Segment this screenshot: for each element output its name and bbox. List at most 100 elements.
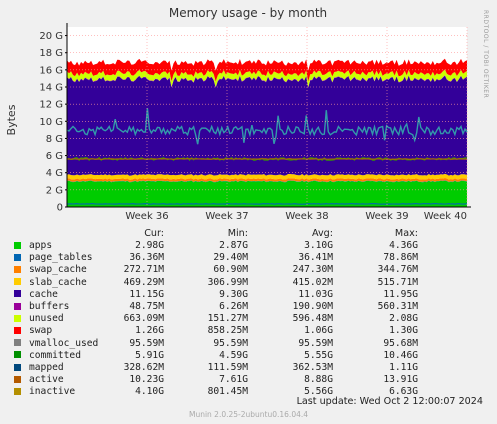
- legend-row: unused 663.09M 151.27M 596.48M 2.08G: [8, 313, 418, 325]
- legend-avg: 247.30M: [292, 264, 333, 276]
- legend-swatch: [14, 387, 21, 395]
- legend-avg: 596.48M: [292, 313, 333, 325]
- legend-header-cur: Cur:: [144, 228, 164, 239]
- legend-row: page_tables 36.36M 29.40M 36.41M 78.86M: [8, 252, 418, 264]
- x-tick-label: Week 36: [125, 211, 168, 222]
- legend-swatch: [14, 339, 21, 347]
- x-tick-label: Week 39: [365, 211, 408, 222]
- chart-title: Memory usage - by month: [169, 6, 327, 20]
- legend-header: Cur: Min: Avg: Max:: [8, 227, 418, 240]
- y-tick-label: 16 G: [39, 65, 63, 76]
- legend-min: 111.59M: [207, 362, 248, 374]
- legend-swatch: [14, 265, 21, 273]
- legend-max: 515.71M: [377, 276, 418, 288]
- legend-avg: 36.41M: [298, 252, 333, 264]
- legend-min: 60.90M: [213, 264, 248, 276]
- legend-name: active: [8, 374, 118, 386]
- legend-avg: 8.88G: [304, 374, 333, 386]
- legend-avg: 190.90M: [292, 301, 333, 313]
- legend-min: 7.61G: [219, 374, 248, 386]
- legend-label: unused: [29, 313, 64, 325]
- legend-label: page_tables: [29, 252, 93, 264]
- legend-avg: 95.59M: [298, 337, 333, 349]
- legend-row: apps 2.98G 2.87G 3.10G 4.36G: [8, 240, 418, 252]
- y-tick-label: 4 G: [46, 168, 63, 179]
- legend-swatch: [14, 375, 21, 383]
- line-inactive: [66, 158, 468, 160]
- legend-avg: 11.03G: [298, 288, 333, 300]
- legend-row: swap 1.26G 858.25M 1.06G 1.30G: [8, 325, 418, 337]
- legend-min: 29.40M: [213, 252, 248, 264]
- legend-cur: 5.91G: [135, 349, 164, 361]
- legend-row: vmalloc_used 95.59M 95.59M 95.59M 95.68M: [8, 338, 418, 350]
- legend-max: 10.46G: [383, 349, 418, 361]
- legend-name: cache: [8, 289, 118, 301]
- legend-min: 858.25M: [207, 325, 248, 337]
- memory-chart: Memory usage - by month Bytes RRDTOOL / …: [5, 6, 489, 222]
- y-tick-label: 2 G: [46, 185, 63, 196]
- legend-name: apps: [8, 240, 118, 252]
- legend-label: swap_cache: [29, 264, 87, 276]
- legend-cur: 11.15G: [129, 288, 164, 300]
- legend-max: 344.76M: [377, 264, 418, 276]
- legend-min: 2.87G: [219, 240, 248, 251]
- legend-cur: 95.59M: [129, 337, 164, 349]
- legend-max: 78.86M: [383, 252, 418, 264]
- legend-avg: 415.02M: [292, 276, 333, 288]
- legend-max: 1.30G: [389, 325, 418, 337]
- legend-max: 1.11G: [389, 362, 418, 374]
- legend-label: committed: [29, 349, 81, 361]
- legend-avg: 362.53M: [292, 362, 333, 374]
- legend-min: 6.26M: [219, 301, 248, 313]
- legend-min: 801.45M: [207, 386, 248, 398]
- legend-row: committed 5.91G 4.59G 5.55G 10.46G: [8, 350, 418, 362]
- legend-cur: 4.10G: [135, 386, 164, 398]
- legend-name: vmalloc_used: [8, 338, 118, 350]
- legend-max: 11.95G: [383, 288, 418, 300]
- legend-label: active: [29, 374, 64, 386]
- x-tick-label: Week 37: [205, 211, 248, 222]
- y-tick-label: 8 G: [46, 134, 63, 145]
- legend-row: slab_cache 469.29M 306.99M 415.02M 515.71M: [8, 277, 418, 289]
- legend-name: page_tables: [8, 252, 118, 264]
- legend-name: mapped: [8, 362, 118, 374]
- legend-name: buffers: [8, 301, 118, 313]
- legend-label: cache: [29, 288, 58, 300]
- legend-swatch: [14, 326, 21, 334]
- y-tick-label: 18 G: [39, 48, 63, 59]
- line-mapped: [66, 203, 468, 205]
- legend-min: 4.59G: [219, 349, 248, 361]
- legend-min: 95.59M: [213, 337, 248, 349]
- legend-max: 95.68M: [383, 337, 418, 349]
- legend-cur: 1.26G: [135, 325, 164, 337]
- legend-label: slab_cache: [29, 276, 87, 288]
- x-tick-label: Week 38: [285, 211, 328, 222]
- legend-swatch: [14, 314, 21, 322]
- legend-label: mapped: [29, 362, 64, 374]
- legend-cur: 328.62M: [123, 362, 164, 374]
- legend-label: vmalloc_used: [29, 337, 99, 349]
- legend-row: active 10.23G 7.61G 8.88G 13.91G: [8, 374, 418, 386]
- legend-cur: 10.23G: [129, 374, 164, 386]
- legend-label: apps: [29, 240, 53, 251]
- legend-name: committed: [8, 350, 118, 362]
- legend-avg: 5.55G: [304, 349, 333, 361]
- legend-cur: 36.36M: [129, 252, 164, 264]
- legend-swatch: [14, 241, 21, 249]
- legend-min: 306.99M: [207, 276, 248, 288]
- legend-cur: 272.71M: [123, 264, 164, 276]
- y-tick-label: 0: [57, 203, 63, 214]
- series-layer: [66, 58, 468, 207]
- legend-max: 560.31M: [377, 301, 418, 313]
- last-update: Last update: Wed Oct 2 12:00:07 2024: [296, 396, 483, 407]
- legend-cur: 48.75M: [129, 301, 164, 313]
- legend-swatch: [14, 278, 21, 286]
- legend-label: swap: [29, 325, 53, 337]
- legend-swatch: [14, 302, 21, 310]
- rrdtool-side-label: RRDTOOL / TOBI OETIKER: [482, 10, 489, 98]
- legend-cur: 2.98G: [135, 240, 164, 251]
- x-tick-label: Week 40: [424, 211, 467, 222]
- y-tick-label: 12 G: [39, 100, 63, 111]
- y-axis-label: Bytes: [5, 104, 18, 135]
- legend-row: mapped 328.62M 111.59M 362.53M 1.11G: [8, 362, 418, 374]
